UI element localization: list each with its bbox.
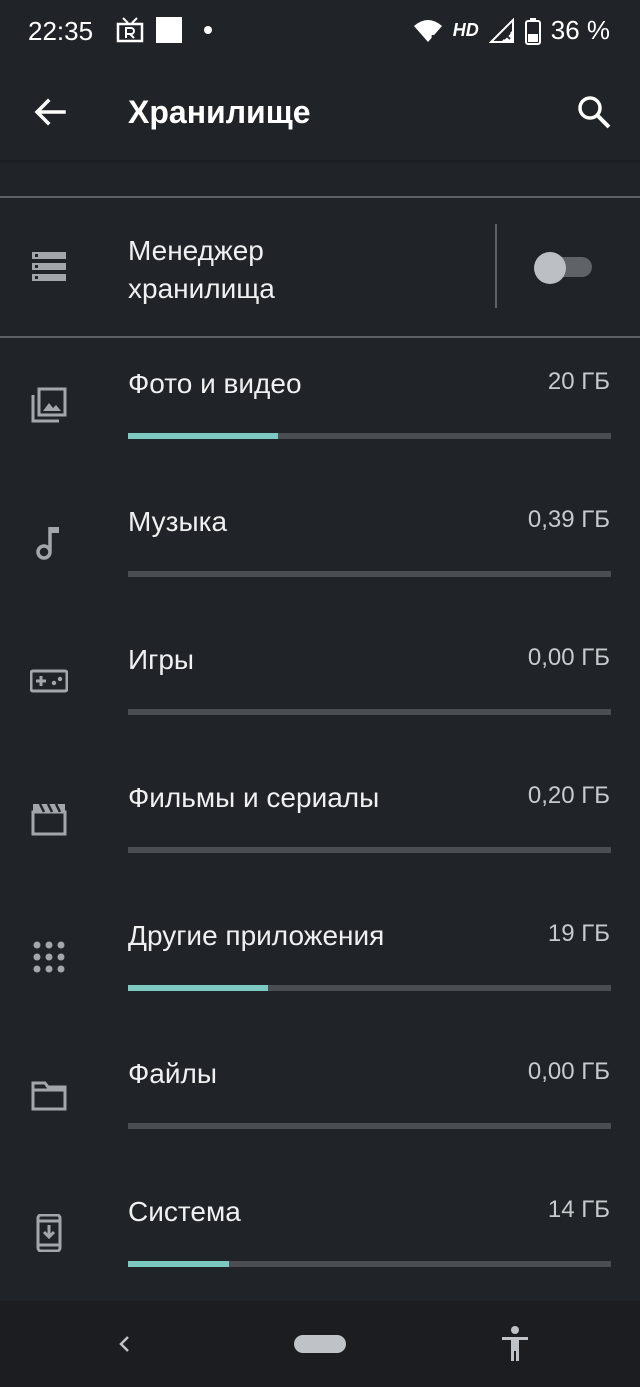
usage-bar-fill — [128, 1261, 230, 1267]
category-system[interactable]: Система 14 ГБ — [0, 1166, 640, 1304]
storage-manager-row[interactable]: Менеджер хранилища — [0, 198, 640, 336]
usage-bar-fill — [128, 433, 278, 439]
category-size: 19 ГБ — [547, 920, 610, 947]
category-other-apps[interactable]: Другие приложения 19 ГБ — [0, 890, 640, 1028]
category-label: Игры — [128, 644, 195, 675]
storage-manager-label-text: Менеджер хранилища — [128, 235, 275, 304]
network-badge: HD — [452, 20, 479, 40]
usage-bar — [128, 1123, 611, 1129]
photo-icon — [31, 387, 67, 423]
music-note-icon — [36, 527, 59, 560]
category-size: 14 ГБ — [547, 1196, 610, 1223]
nav-back-icon[interactable] — [112, 1329, 136, 1359]
category-label: Фильмы и сериалы — [128, 782, 380, 813]
page-title: Хранилище — [128, 94, 311, 130]
category-label: Файлы — [128, 1058, 217, 1089]
usage-bar-fill — [128, 985, 269, 991]
category-label: Другие приложения — [128, 920, 385, 951]
category-size: 0,20 ГБ — [527, 782, 610, 809]
usage-bar — [128, 985, 611, 991]
battery-percent: 36 % — [550, 15, 610, 45]
status-system-icons: 5 HD 36 % — [413, 15, 610, 46]
wifi-icon: 5 — [413, 19, 442, 44]
app-bar-shadow — [0, 160, 640, 166]
usage-bar — [128, 709, 611, 715]
app-bar: Хранилище — [0, 64, 640, 162]
category-music[interactable]: Музыка 0,39 ГБ — [0, 476, 640, 614]
status-time: 22:35 — [28, 16, 94, 46]
vertical-divider — [495, 224, 497, 308]
usage-bar — [128, 847, 611, 853]
category-size: 20 ГБ — [547, 368, 610, 395]
category-label: Система — [128, 1196, 241, 1227]
search-icon[interactable] — [574, 92, 614, 132]
category-label: Фото и видео — [128, 368, 302, 399]
category-size: 0,00 ГБ — [527, 1058, 610, 1085]
storage-list-icon — [32, 252, 66, 281]
svg-text:5: 5 — [431, 34, 437, 44]
storage-manager-label: Менеджер хранилища — [128, 232, 328, 308]
category-movies[interactable]: Фильмы и сериалы 0,20 ГБ — [0, 752, 640, 890]
system-update-icon — [36, 1214, 62, 1252]
apps-grid-icon — [33, 941, 65, 973]
category-photos[interactable]: Фото и видео 20 ГБ — [0, 338, 640, 476]
usage-bar — [128, 433, 611, 439]
status-notification-icons — [116, 17, 212, 43]
category-files[interactable]: Файлы 0,00 ГБ — [0, 1028, 640, 1166]
category-games[interactable]: Игры 0,00 ГБ — [0, 614, 640, 752]
storage-manager-toggle[interactable] — [534, 252, 592, 284]
status-bar: 22:35 5 HD 36 % — [0, 0, 640, 64]
signal-icon — [488, 17, 514, 43]
tv-icon — [116, 17, 144, 43]
battery-icon — [524, 17, 541, 45]
category-label: Музыка — [128, 506, 228, 537]
accessibility-icon[interactable] — [500, 1325, 530, 1363]
gamepad-icon — [30, 669, 68, 693]
category-size: 0,39 ГБ — [527, 506, 610, 533]
navigation-bar — [0, 1301, 640, 1387]
toggle-thumb — [534, 252, 566, 284]
arrow-back-icon[interactable] — [30, 92, 70, 132]
usage-bar — [128, 1261, 611, 1267]
category-size: 0,00 ГБ — [527, 644, 610, 671]
folder-icon — [31, 1081, 67, 1111]
dot — [204, 26, 212, 34]
usage-bar — [128, 571, 611, 577]
nav-home-pill[interactable] — [294, 1335, 346, 1353]
movie-clapper-icon — [31, 803, 67, 836]
notification-square — [156, 17, 182, 43]
